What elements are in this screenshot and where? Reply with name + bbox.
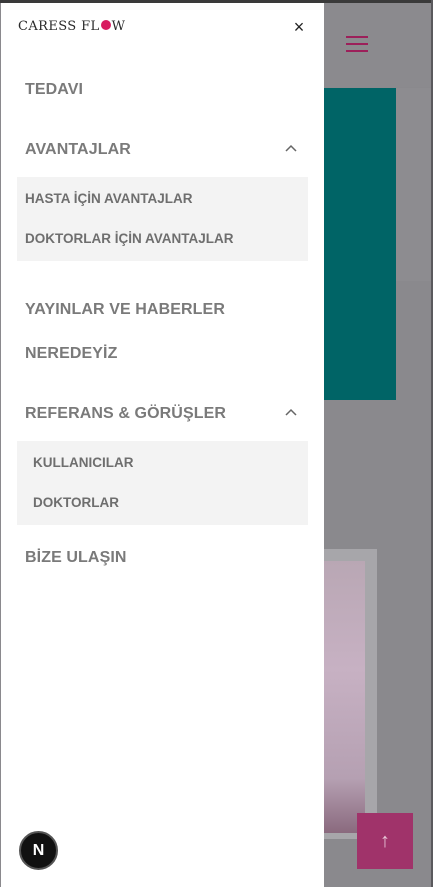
hero-photo: [324, 561, 365, 833]
dev-badge-icon[interactable]: N: [19, 831, 58, 870]
close-icon[interactable]: ×: [291, 18, 307, 36]
page-header: [324, 3, 433, 87]
logo-text: CARESS FL: [18, 18, 100, 34]
menu-item-avantajlar[interactable]: AVANTAJLAR: [25, 141, 131, 159]
menu-item-tedavi[interactable]: TEDAVI: [25, 81, 83, 99]
chevron-up-icon[interactable]: [284, 143, 298, 153]
heart-icon: [100, 20, 111, 30]
menu-item-bize-ulasin[interactable]: BİZE ULAŞIN: [25, 549, 127, 567]
brand-logo[interactable]: CARESS FL W: [18, 18, 125, 34]
logo-text-end: W: [111, 18, 126, 34]
submenu-item-doktorlar-avantaj[interactable]: DOKTORLAR İÇİN AVANTAJLAR: [25, 231, 234, 246]
chevron-up-icon[interactable]: [284, 407, 298, 417]
arrow-up-icon: ↑: [380, 829, 390, 852]
menu-item-neredeyiz[interactable]: NEREDEYİZ: [25, 345, 117, 363]
submenu-item-doktorlar[interactable]: DOKTORLAR: [33, 495, 119, 510]
hero-teal-block: [324, 88, 396, 400]
hamburger-icon[interactable]: [346, 36, 368, 54]
submenu-referans: KULLANICILAR DOKTORLAR: [17, 441, 308, 525]
menu-item-yayinlar[interactable]: YAYINLAR VE HABERLER: [25, 301, 225, 319]
scroll-to-top-button[interactable]: ↑: [357, 813, 413, 869]
submenu-item-hasta[interactable]: HASTA İÇİN AVANTAJLAR: [25, 191, 193, 206]
menu-item-referans[interactable]: REFERANS & GÖRÜŞLER: [25, 405, 226, 423]
submenu-item-kullanicilar[interactable]: KULLANICILAR: [33, 455, 134, 470]
submenu-avantajlar: HASTA İÇİN AVANTAJLAR DOKTORLAR İÇİN AVA…: [17, 177, 308, 261]
nav-drawer: CARESS FL W × TEDAVI AVANTAJLAR HASTA İÇ…: [1, 3, 324, 887]
